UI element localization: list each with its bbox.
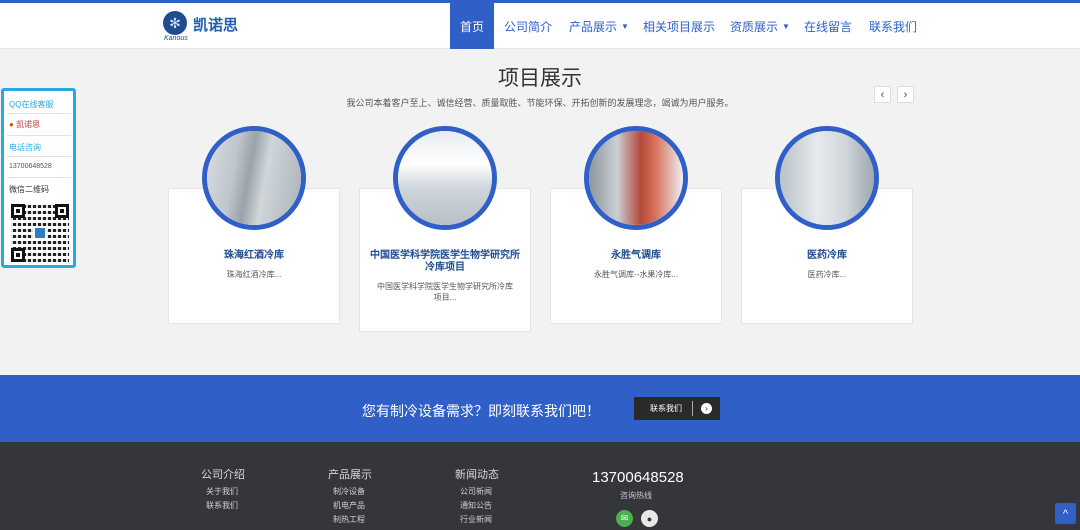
nav-projects[interactable]: 相关项目展示 [643, 3, 715, 49]
wechat-qr-code [11, 204, 69, 262]
phone-title: 电话咨询 [9, 143, 41, 152]
footer-col-products-title: 产品展示 [328, 469, 372, 481]
section-title: 项目展示 [498, 67, 582, 90]
project-desc-1: 珠海红酒冷库... [226, 270, 282, 279]
footer-link-refrigeration[interactable]: 制冷设备 [333, 486, 365, 497]
qq-icon[interactable]: ● [641, 510, 658, 527]
brand-name: 凯诺思 [193, 17, 239, 34]
arrow-right-icon: › [701, 403, 712, 414]
footer-link-industry-news[interactable]: 行业新闻 [460, 514, 492, 525]
nav-contact[interactable]: 联系我们 [869, 3, 917, 49]
footer-col-news-title: 新闻动态 [455, 469, 499, 481]
project-title-2[interactable]: 中国医学科学院医学生物学研究所 冷库项目 [359, 250, 531, 274]
snowflake-icon: ✻ [163, 11, 187, 35]
project-image-4[interactable] [775, 126, 879, 230]
project-title-4[interactable]: 医药冷库 [741, 250, 913, 262]
caret-down-icon: ▼ [621, 21, 629, 31]
wechat-qr-title: 微信二维码 [9, 185, 49, 194]
qq-contact-name: 凯诺思 [16, 120, 41, 129]
footer-link-heating[interactable]: 制热工程 [333, 514, 365, 525]
wechat-icon[interactable]: ✉ [616, 510, 633, 527]
nav-qualifications[interactable]: 资质展示 ▼ [730, 3, 790, 49]
project-desc-4: 医药冷库... [807, 270, 847, 279]
cta-text: 您有制冷设备需求？即刻联系我们吧！ [362, 403, 600, 419]
carousel-prev-button[interactable]: ‹ [874, 86, 891, 103]
project-title-3[interactable]: 永胜气调库 [550, 250, 722, 262]
caret-down-icon: ▼ [782, 21, 790, 31]
project-desc-2-line1: 中国医学科学院医学生物学研究所冷库 [377, 282, 513, 291]
footer-col-about-title: 公司介绍 [201, 469, 245, 481]
nav-about[interactable]: 公司简介 [504, 3, 552, 49]
qq-service-title: QQ在线客服 [9, 100, 54, 109]
site-header: ✻ 凯诺思 Kanous 首页 公司简介 产品展示 ▼ 相关项目展示 资质展示 ▼ … [0, 3, 1080, 49]
footer-link-electromechanical[interactable]: 机电产品 [333, 500, 365, 511]
button-divider [692, 401, 693, 416]
back-to-top-button[interactable]: ^ [1055, 503, 1076, 524]
site-footer: 公司介绍 关于我们 联系我们 产品展示 制冷设备 机电产品 制热工程 新闻动态 … [0, 442, 1080, 530]
penguin-icon: ● [9, 120, 14, 129]
hotline-number: 13700648528 [592, 469, 684, 486]
project-image-1[interactable] [202, 126, 306, 230]
nav-home[interactable]: 首页 [450, 3, 495, 49]
brand-sub: Kanous [164, 35, 188, 42]
project-title-1[interactable]: 珠海红酒冷库 [168, 250, 340, 262]
nav-message[interactable]: 在线留言 [804, 3, 852, 49]
carousel-next-button[interactable]: › [897, 86, 914, 103]
online-service-panel: QQ在线客服 ● 凯诺思 电话咨询 13700648528 微信二维码 [1, 88, 76, 268]
section-subtitle: 我公司本着客户至上、诚信经营、质量取胜、节能环保、开拓创新的发展理念，竭诚为用户… [346, 98, 734, 108]
contact-us-label: 联系我们 [650, 404, 682, 413]
logo[interactable]: ✻ 凯诺思 Kanous [163, 11, 253, 45]
footer-link-contact[interactable]: 联系我们 [206, 500, 238, 511]
project-desc-2: 中国医学科学院医学生物学研究所冷库 项目... [359, 281, 531, 303]
footer-link-company-news[interactable]: 公司新闻 [460, 486, 492, 497]
project-image-2[interactable] [393, 126, 497, 230]
hotline-label: 咨询热线 [620, 491, 652, 500]
footer-link-about-us[interactable]: 关于我们 [206, 486, 238, 497]
project-image-3[interactable] [584, 126, 688, 230]
nav-products[interactable]: 产品展示 ▼ [569, 3, 629, 49]
project-title-2-line1: 中国医学科学院医学生物学研究所 [370, 250, 520, 261]
project-desc-2-line2: 项目... [433, 293, 457, 302]
cta-banner: 您有制冷设备需求？即刻联系我们吧！ 联系我们 › [0, 375, 1080, 442]
project-desc-3: 永胜气调库--水果冷库... [594, 270, 678, 279]
phone-number: 13700648528 [9, 163, 52, 170]
contact-us-button[interactable]: 联系我们 › [634, 397, 720, 420]
footer-link-notices[interactable]: 通知公告 [460, 500, 492, 511]
qq-contact-link[interactable]: ● 凯诺思 [9, 119, 40, 130]
project-title-2-line2: 冷库项目 [425, 262, 465, 273]
